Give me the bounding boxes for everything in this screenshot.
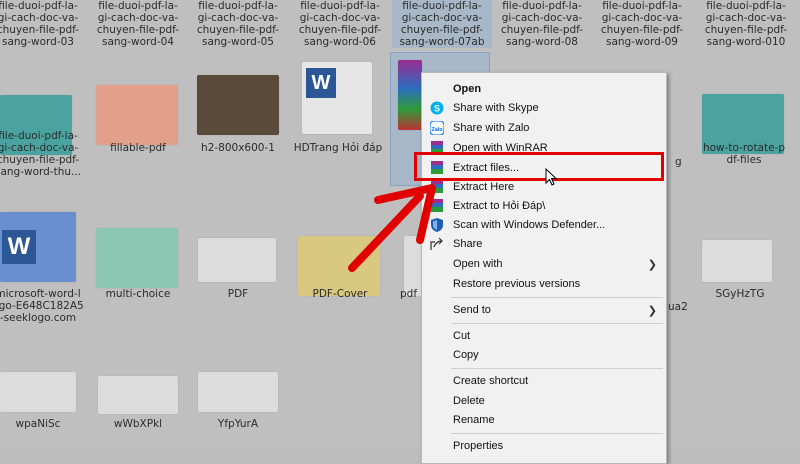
mouse-cursor-icon (545, 168, 558, 186)
annotation-arrow (348, 184, 436, 272)
